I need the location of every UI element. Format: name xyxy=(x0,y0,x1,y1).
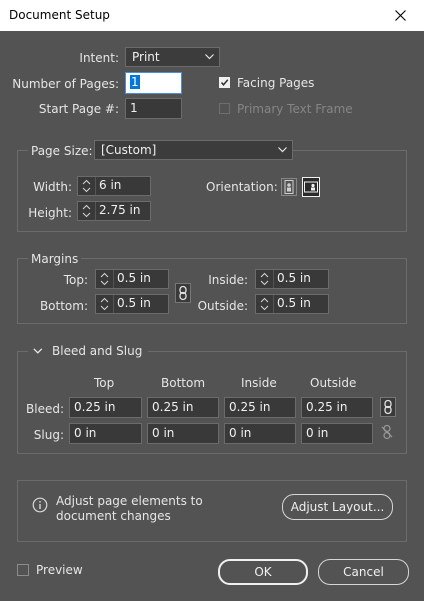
chevron-down-icon xyxy=(205,54,214,60)
stepper-arrows[interactable] xyxy=(78,177,96,195)
facing-pages-checkbox[interactable] xyxy=(219,77,230,88)
primary-frame-label: Primary Text Frame xyxy=(237,102,353,116)
preview-label: Preview xyxy=(36,563,83,577)
margin-outside-label: Outside: xyxy=(197,299,248,313)
bleed-inside-value: 0.25 in xyxy=(229,400,271,414)
margin-outside-value: 0.5 in xyxy=(277,296,311,310)
start-page-input[interactable]: 1 xyxy=(125,98,182,119)
bleed-bottom-field[interactable]: 0.25 in xyxy=(147,397,219,418)
orientation-label: Orientation: xyxy=(206,180,278,194)
height-stepper[interactable]: 2.75 in xyxy=(77,201,151,221)
intent-value: Print xyxy=(132,50,160,64)
bleed-top-value: 0.25 in xyxy=(74,400,116,414)
info-icon xyxy=(32,497,48,513)
margins-legend: Margins xyxy=(28,252,82,266)
stepper-arrows[interactable] xyxy=(256,270,274,288)
bleed-inside-field[interactable]: 0.25 in xyxy=(224,397,296,418)
slug-outside-field[interactable]: 0 in xyxy=(301,423,373,444)
portrait-icon xyxy=(284,180,294,194)
pages-label: Number of Pages: xyxy=(12,77,119,91)
slug-outside-value: 0 in xyxy=(306,426,329,440)
chain-link-icon xyxy=(384,399,392,415)
cancel-button[interactable]: Cancel xyxy=(318,559,409,585)
intent-label: Intent: xyxy=(79,51,119,65)
chevron-down-icon xyxy=(33,348,43,354)
slug-bottom-field[interactable]: 0 in xyxy=(147,423,219,444)
stepper-arrows[interactable] xyxy=(96,270,114,288)
bleed-outside-value: 0.25 in xyxy=(306,400,348,414)
bleed-bottom-value: 0.25 in xyxy=(152,400,194,414)
col-outside: Outside xyxy=(310,376,357,390)
width-label: Width: xyxy=(33,180,72,194)
start-page-label: Start Page #: xyxy=(38,102,119,116)
slug-top-value: 0 in xyxy=(74,426,97,440)
title-bar: Document Setup xyxy=(0,0,424,31)
margins-group xyxy=(17,258,407,324)
stepper-icon xyxy=(82,204,91,218)
margin-bottom-value: 0.5 in xyxy=(117,296,151,310)
portrait-button[interactable] xyxy=(281,178,297,196)
col-top: Top xyxy=(94,376,115,390)
pages-value: 1 xyxy=(130,75,140,89)
margin-bottom-label: Bottom: xyxy=(39,299,88,313)
ok-button[interactable]: OK xyxy=(218,559,308,585)
margin-inside-value: 0.5 in xyxy=(277,271,311,285)
col-inside: Inside xyxy=(241,376,277,390)
pages-input[interactable]: 1 xyxy=(125,72,182,94)
width-value: 6 in xyxy=(99,178,122,192)
close-icon xyxy=(395,10,406,21)
adjust-layout-button[interactable]: Adjust Layout... xyxy=(282,494,393,520)
facing-pages-label: Facing Pages xyxy=(237,76,315,90)
bleed-outside-field[interactable]: 0.25 in xyxy=(301,397,373,418)
slug-link-button[interactable] xyxy=(380,423,396,443)
page-size-value: [Custom] xyxy=(101,143,157,157)
margin-top-label: Top: xyxy=(63,273,88,287)
slug-bottom-value: 0 in xyxy=(152,426,175,440)
bleed-slug-title: Bleed and Slug xyxy=(52,344,143,358)
chevron-down-icon xyxy=(278,147,287,153)
stepper-icon xyxy=(100,297,109,311)
margin-outside-stepper[interactable]: 0.5 in xyxy=(255,294,329,314)
start-page-value: 1 xyxy=(130,101,138,115)
height-value: 2.75 in xyxy=(99,203,141,217)
close-button[interactable] xyxy=(378,0,424,31)
landscape-icon xyxy=(304,181,318,193)
chain-link-icon xyxy=(179,285,187,301)
checkmark-icon xyxy=(220,79,229,86)
bleed-top-field[interactable]: 0.25 in xyxy=(69,397,142,418)
preview-checkbox[interactable] xyxy=(17,564,29,576)
window-title: Document Setup xyxy=(9,8,110,22)
page-size-dropdown[interactable]: [Custom] xyxy=(94,140,293,160)
slug-label: Slug: xyxy=(33,428,64,442)
intent-dropdown[interactable]: Print xyxy=(125,47,220,67)
stepper-icon xyxy=(82,179,91,193)
margin-bottom-stepper[interactable]: 0.5 in xyxy=(95,294,169,314)
margin-inside-stepper[interactable]: 0.5 in xyxy=(255,269,329,289)
stepper-arrows[interactable] xyxy=(96,295,114,313)
landscape-button[interactable] xyxy=(302,177,320,197)
stepper-icon xyxy=(260,272,269,286)
width-stepper[interactable]: 6 in xyxy=(77,176,151,196)
slug-inside-field[interactable]: 0 in xyxy=(224,423,296,444)
slug-top-field[interactable]: 0 in xyxy=(69,423,142,444)
bleed-slug-legend[interactable]: Bleed and Slug xyxy=(28,343,148,359)
margin-top-value: 0.5 in xyxy=(117,271,151,285)
stepper-icon xyxy=(260,297,269,311)
margin-inside-label: Inside: xyxy=(208,273,248,287)
page-size-label: Page Size: xyxy=(28,144,96,158)
info-message: Adjust page elements to document changes xyxy=(56,494,203,523)
slug-inside-value: 0 in xyxy=(229,426,252,440)
primary-frame-checkbox[interactable] xyxy=(219,103,230,114)
broken-chain-link-icon xyxy=(381,424,393,440)
stepper-arrows[interactable] xyxy=(256,295,274,313)
col-bottom: Bottom xyxy=(161,376,206,390)
height-label: Height: xyxy=(28,206,72,220)
stepper-icon xyxy=(100,272,109,286)
stepper-arrows[interactable] xyxy=(78,202,96,220)
bleed-link-button[interactable] xyxy=(380,397,396,417)
margin-top-stepper[interactable]: 0.5 in xyxy=(95,269,169,289)
margins-link-button[interactable] xyxy=(175,283,191,303)
bleed-label: Bleed: xyxy=(26,402,64,416)
